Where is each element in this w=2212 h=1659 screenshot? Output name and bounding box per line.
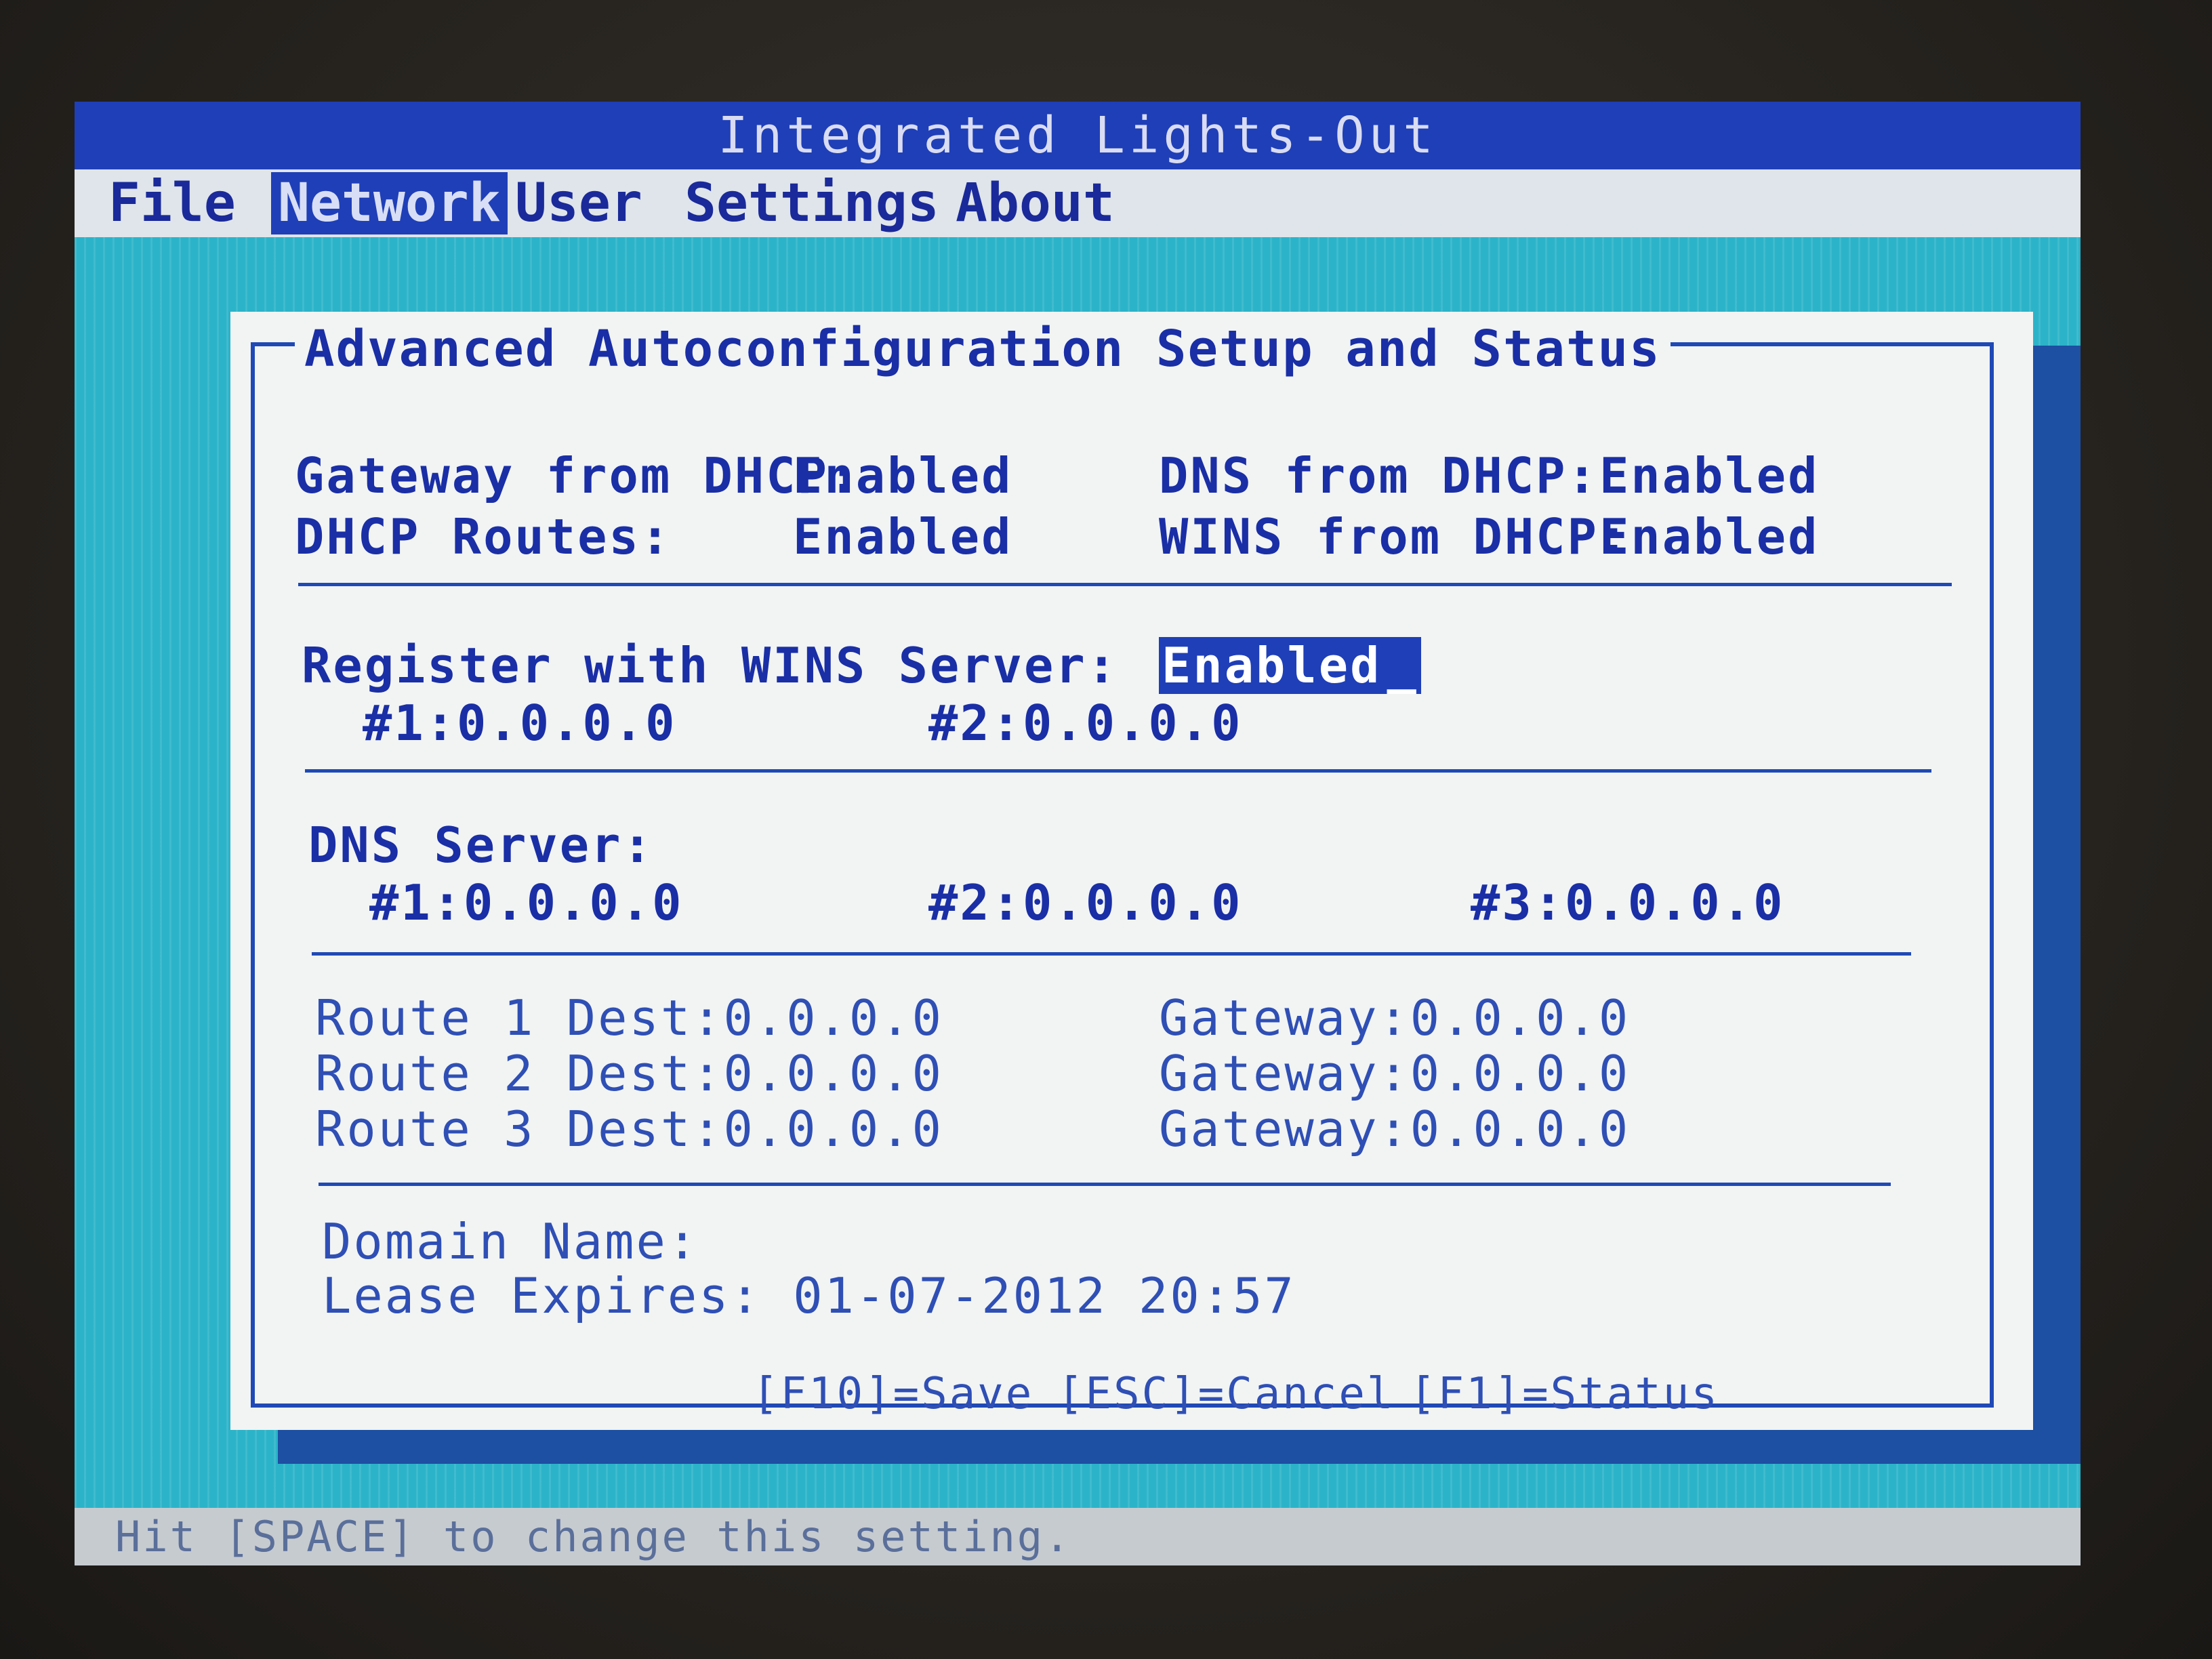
gateway-from-dhcp-label: Gateway from DHCP:	[295, 447, 861, 504]
menu-bar: File Network User Settings About	[75, 169, 2081, 237]
divider	[312, 952, 1911, 956]
route-1-dest[interactable]: Route 1 Dest:0.0.0.0	[315, 989, 943, 1046]
route-3-dest[interactable]: Route 3 Dest:0.0.0.0	[315, 1101, 943, 1158]
dialog-title: Advanced Autoconfiguration Setup and Sta…	[295, 320, 1671, 378]
register-wins-value[interactable]: Enabled _	[1159, 637, 1421, 694]
divider	[298, 583, 1952, 586]
dns-server-2[interactable]: #2:0.0.0.0	[928, 874, 1242, 931]
lease-expires: Lease Expires: 01-07-2012 20:57	[322, 1267, 1296, 1324]
dns-server-label: DNS Server:	[308, 817, 654, 874]
gateway-from-dhcp-value[interactable]: Enabled	[793, 447, 1012, 504]
status-key-hint[interactable]: [F1]=Status	[1410, 1369, 1719, 1419]
dns-server-3[interactable]: #3:0.0.0.0	[1471, 874, 1784, 931]
dns-from-dhcp-label: DNS from DHCP:	[1159, 447, 1599, 504]
register-wins-selected[interactable]: Enabled	[1159, 637, 1385, 694]
wins-server-1[interactable]: #1:0.0.0.0	[363, 695, 676, 752]
divider	[305, 769, 1931, 773]
dns-from-dhcp-value[interactable]: Enabled	[1599, 447, 1819, 504]
dns-server-1[interactable]: #1:0.0.0.0	[369, 874, 683, 931]
wins-from-dhcp-value[interactable]: Enabled	[1599, 508, 1819, 565]
wins-from-dhcp-label: WINS from DHCP:	[1159, 508, 1631, 565]
title-bar: Integrated Lights-Out	[75, 102, 2081, 169]
domain-name-label: Domain Name:	[322, 1213, 699, 1270]
menu-about[interactable]: About	[949, 172, 1122, 234]
status-bar: Hit [SPACE] to change this setting.	[75, 1508, 2081, 1565]
menu-user[interactable]: User	[508, 172, 649, 234]
route-1-gateway[interactable]: Gateway:0.0.0.0	[1159, 989, 1630, 1046]
text-cursor: _	[1384, 637, 1421, 694]
route-2-dest[interactable]: Route 2 Dest:0.0.0.0	[315, 1045, 943, 1102]
register-wins-label: Register with WINS Server:	[302, 637, 1119, 694]
wins-server-2[interactable]: #2:0.0.0.0	[928, 695, 1242, 752]
autoconfig-dialog: Advanced Autoconfiguration Setup and Sta…	[230, 312, 2033, 1430]
menu-network[interactable]: Network	[271, 172, 508, 234]
cancel-key-hint[interactable]: [ESC]=Cancel	[1057, 1369, 1395, 1419]
status-hint: Hit [SPACE] to change this setting.	[115, 1512, 1072, 1561]
ilo-screen: Integrated Lights-Out File Network User …	[75, 102, 2081, 1565]
menu-file[interactable]: File	[102, 172, 243, 234]
dhcp-routes-value[interactable]: Enabled	[793, 508, 1012, 565]
window-title: Integrated Lights-Out	[718, 106, 1437, 165]
route-3-gateway[interactable]: Gateway:0.0.0.0	[1159, 1101, 1630, 1158]
dhcp-routes-label: DHCP Routes:	[295, 508, 672, 565]
divider	[319, 1183, 1891, 1186]
route-2-gateway[interactable]: Gateway:0.0.0.0	[1159, 1045, 1630, 1102]
menu-settings[interactable]: Settings	[678, 172, 946, 234]
save-key-hint[interactable]: [F10]=Save	[752, 1369, 1033, 1419]
